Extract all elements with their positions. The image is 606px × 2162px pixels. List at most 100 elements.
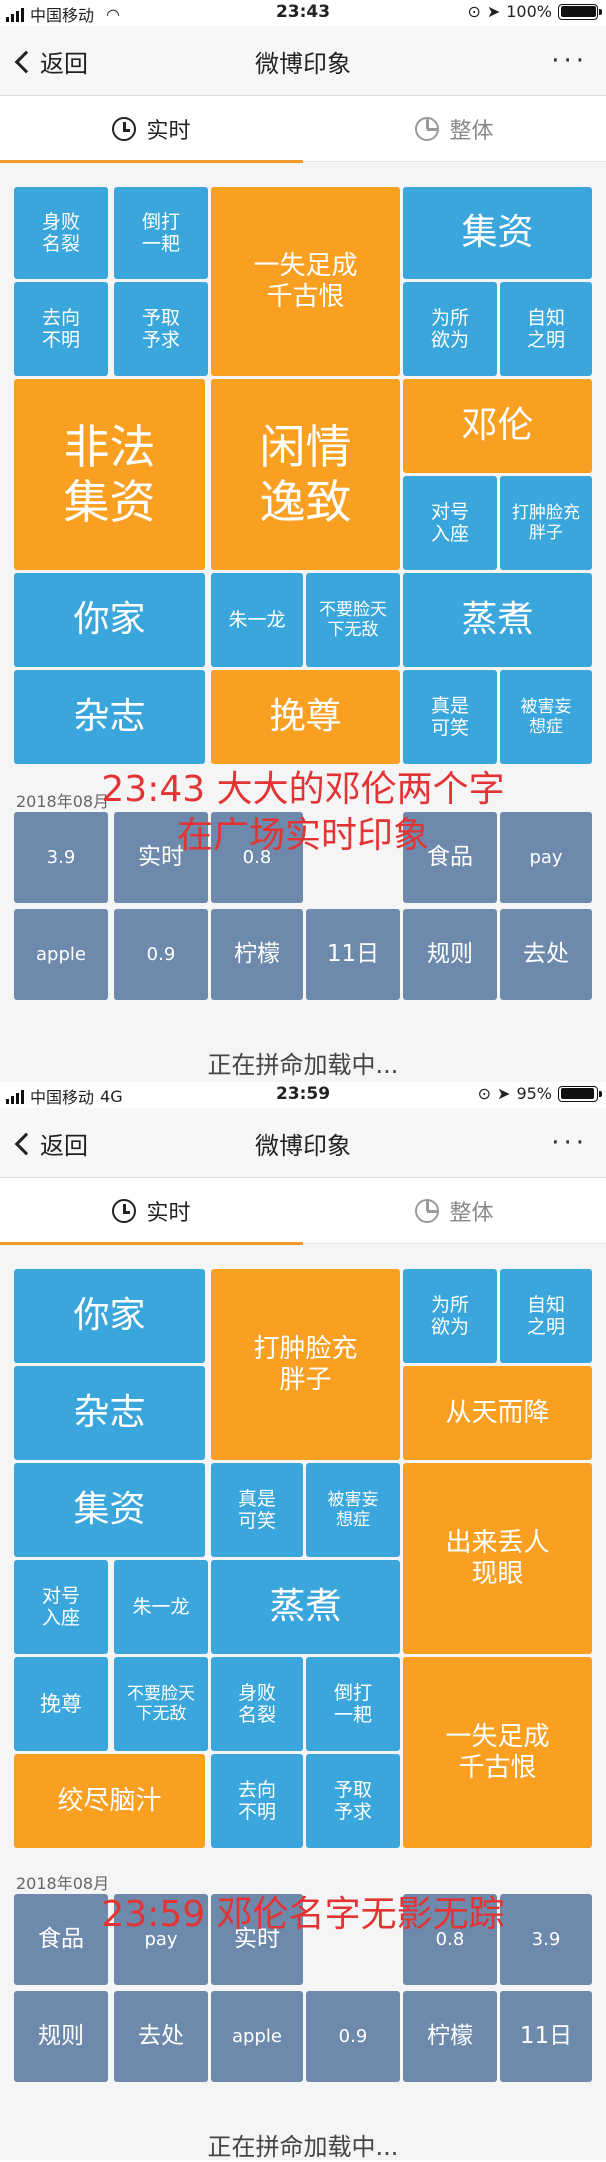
history-tile[interactable]: 规则 <box>14 1991 108 2082</box>
tab-label: 实时 <box>146 1201 191 1226</box>
impression-tile[interactable]: 身败 名裂 <box>14 187 108 279</box>
impression-tile[interactable]: 闲情 逸致 <box>211 379 400 570</box>
lock-rotation-icon: ⊙ <box>477 1084 492 1103</box>
impression-tile[interactable]: 去向 不明 <box>211 1754 303 1848</box>
tab-overall[interactable]: 整体 <box>303 96 606 162</box>
history-tile[interactable]: 11日 <box>306 909 400 1000</box>
tab-label: 整体 <box>449 119 494 144</box>
tab-label: 整体 <box>449 1201 494 1226</box>
screenshot-1: 中国移动 ◠ 23:43 ⊙ ➤ 100% 返回 微博印象 ··· 实时 整体 … <box>0 0 606 1082</box>
history-tile[interactable]: 3.9 <box>500 1894 592 1985</box>
status-bar: 中国移动 4G 23:59 ⊙ ➤ 95% <box>0 1082 606 1108</box>
impression-tile[interactable]: 集资 <box>14 1463 205 1557</box>
loading-text: 正在拼命加载中... <box>207 2133 399 2161</box>
history-tile[interactable]: 0.9 <box>114 909 208 1000</box>
impression-tile[interactable]: 集资 <box>403 187 592 279</box>
impression-tile[interactable]: 挽尊 <box>14 1657 108 1751</box>
lock-rotation-icon: ⊙ <box>467 2 481 21</box>
history-tile[interactable]: 柠檬 <box>403 1991 497 2082</box>
impression-tile[interactable]: 你家 <box>14 1269 205 1363</box>
impression-tile[interactable]: 出来丢人 现眼 <box>403 1463 592 1654</box>
history-tile[interactable]: apple <box>211 1991 303 2082</box>
impression-tile[interactable]: 对号 入座 <box>14 1560 108 1654</box>
impression-tile[interactable]: 朱一龙 <box>114 1560 208 1654</box>
impression-tile[interactable]: 倒打 一耙 <box>114 187 208 279</box>
history-tile[interactable]: 0.8 <box>211 812 303 903</box>
impression-tile[interactable]: 打肿脸充 胖子 <box>211 1269 400 1460</box>
clock-icon <box>112 117 137 141</box>
impression-tile[interactable]: 邓伦 <box>403 379 592 473</box>
history-tile[interactable]: 去处 <box>114 1991 208 2082</box>
history-tile[interactable]: apple <box>14 909 108 1000</box>
impression-tile[interactable]: 被害妄 想症 <box>306 1463 400 1557</box>
location-icon: ➤ <box>486 2 501 21</box>
history-tile[interactable]: 实时 <box>211 1894 303 1985</box>
battery-percent: 100% <box>506 2 552 21</box>
impression-tile[interactable]: 被害妄 想症 <box>500 670 592 764</box>
history-tile[interactable]: 0.8 <box>403 1894 497 1985</box>
impression-tile[interactable]: 杂志 <box>14 670 205 764</box>
history-tile[interactable]: 柠檬 <box>211 909 303 1000</box>
tab-realtime[interactable]: 实时 <box>0 96 303 163</box>
impression-tile[interactable]: 你家 <box>14 573 205 667</box>
navigation-bar: 返回 微博印象 ··· <box>0 26 606 96</box>
impression-tile[interactable]: 不要脸天 下无敌 <box>114 1657 208 1751</box>
tab-realtime[interactable]: 实时 <box>0 1178 303 1245</box>
history-date: 2018年08月 <box>16 792 110 811</box>
impression-tile[interactable]: 去向 不明 <box>14 282 108 376</box>
history-tile[interactable]: pay <box>114 1894 208 1985</box>
history-date: 2018年08月 <box>16 1874 110 1893</box>
impression-tile[interactable]: 蒸煮 <box>211 1560 400 1654</box>
impression-tile[interactable]: 真是 可笑 <box>403 670 497 764</box>
history-tile[interactable]: 食品 <box>14 1894 108 1985</box>
impression-tile[interactable]: 真是 可笑 <box>211 1463 303 1557</box>
history-tile[interactable]: pay <box>500 812 592 903</box>
page-title: 微博印象 <box>255 1132 351 1160</box>
impression-tile[interactable]: 倒打 一耙 <box>306 1657 400 1751</box>
impression-tile[interactable]: 杂志 <box>14 1366 205 1460</box>
tab-overall[interactable]: 整体 <box>303 1178 606 1244</box>
battery-icon <box>558 3 602 20</box>
loading-text: 正在拼命加载中... <box>207 1051 399 1079</box>
tab-bar: 实时 整体 <box>0 1178 606 1245</box>
history-tile[interactable]: 0.9 <box>306 1991 400 2082</box>
tab-label: 实时 <box>146 119 191 144</box>
impression-tile[interactable]: 予取 予求 <box>114 282 208 376</box>
impression-tile[interactable]: 身败 名裂 <box>211 1657 303 1751</box>
history-tile[interactable]: 实时 <box>114 812 208 903</box>
impression-tile[interactable]: 一失足成 千古恨 <box>403 1657 592 1848</box>
impression-tile[interactable]: 为所 欲为 <box>403 1269 497 1363</box>
active-tab-indicator <box>0 1242 303 1245</box>
more-options-button[interactable]: ··· <box>551 1128 588 1158</box>
impression-tile[interactable]: 朱一龙 <box>211 573 303 667</box>
history-tile[interactable]: 11日 <box>500 1991 592 2082</box>
pie-chart-icon <box>415 117 440 141</box>
history-tile[interactable]: 食品 <box>403 812 497 903</box>
impression-tile[interactable]: 予取 予求 <box>306 1754 400 1848</box>
more-options-button[interactable]: ··· <box>551 46 588 76</box>
impression-tile[interactable]: 从天而降 <box>403 1366 592 1460</box>
impression-tile[interactable]: 对号 入座 <box>403 476 497 570</box>
clock-icon <box>112 1199 137 1223</box>
impression-tile[interactable]: 绞尽脑汁 <box>14 1754 205 1848</box>
history-tile[interactable]: 3.9 <box>14 812 108 903</box>
status-bar: 中国移动 ◠ 23:43 ⊙ ➤ 100% <box>0 0 606 26</box>
impression-tile[interactable]: 非法 集资 <box>14 379 205 570</box>
impression-tile[interactable]: 不要脸天 下无敌 <box>306 573 400 667</box>
impression-tile[interactable]: 蒸煮 <box>403 573 592 667</box>
battery-icon <box>558 1085 602 1102</box>
navigation-bar: 返回 微博印象 ··· <box>0 1108 606 1178</box>
pie-chart-icon <box>415 1199 440 1223</box>
impression-tile[interactable]: 为所 欲为 <box>403 282 497 376</box>
active-tab-indicator <box>0 160 303 163</box>
history-tile[interactable]: 去处 <box>500 909 592 1000</box>
history-tile[interactable]: 规则 <box>403 909 497 1000</box>
impression-tile[interactable]: 挽尊 <box>211 670 400 764</box>
impression-tile[interactable]: 自知 之明 <box>500 1269 592 1363</box>
page-title: 微博印象 <box>255 50 351 78</box>
screenshot-2: 中国移动 4G 23:59 ⊙ ➤ 95% 返回 微博印象 ··· 实时 整体 … <box>0 1082 606 2161</box>
impression-tile[interactable]: 自知 之明 <box>500 282 592 376</box>
location-icon: ➤ <box>497 1084 511 1103</box>
impression-tile[interactable]: 打肿脸充 胖子 <box>500 476 592 570</box>
impression-tile[interactable]: 一失足成 千古恨 <box>211 187 400 376</box>
